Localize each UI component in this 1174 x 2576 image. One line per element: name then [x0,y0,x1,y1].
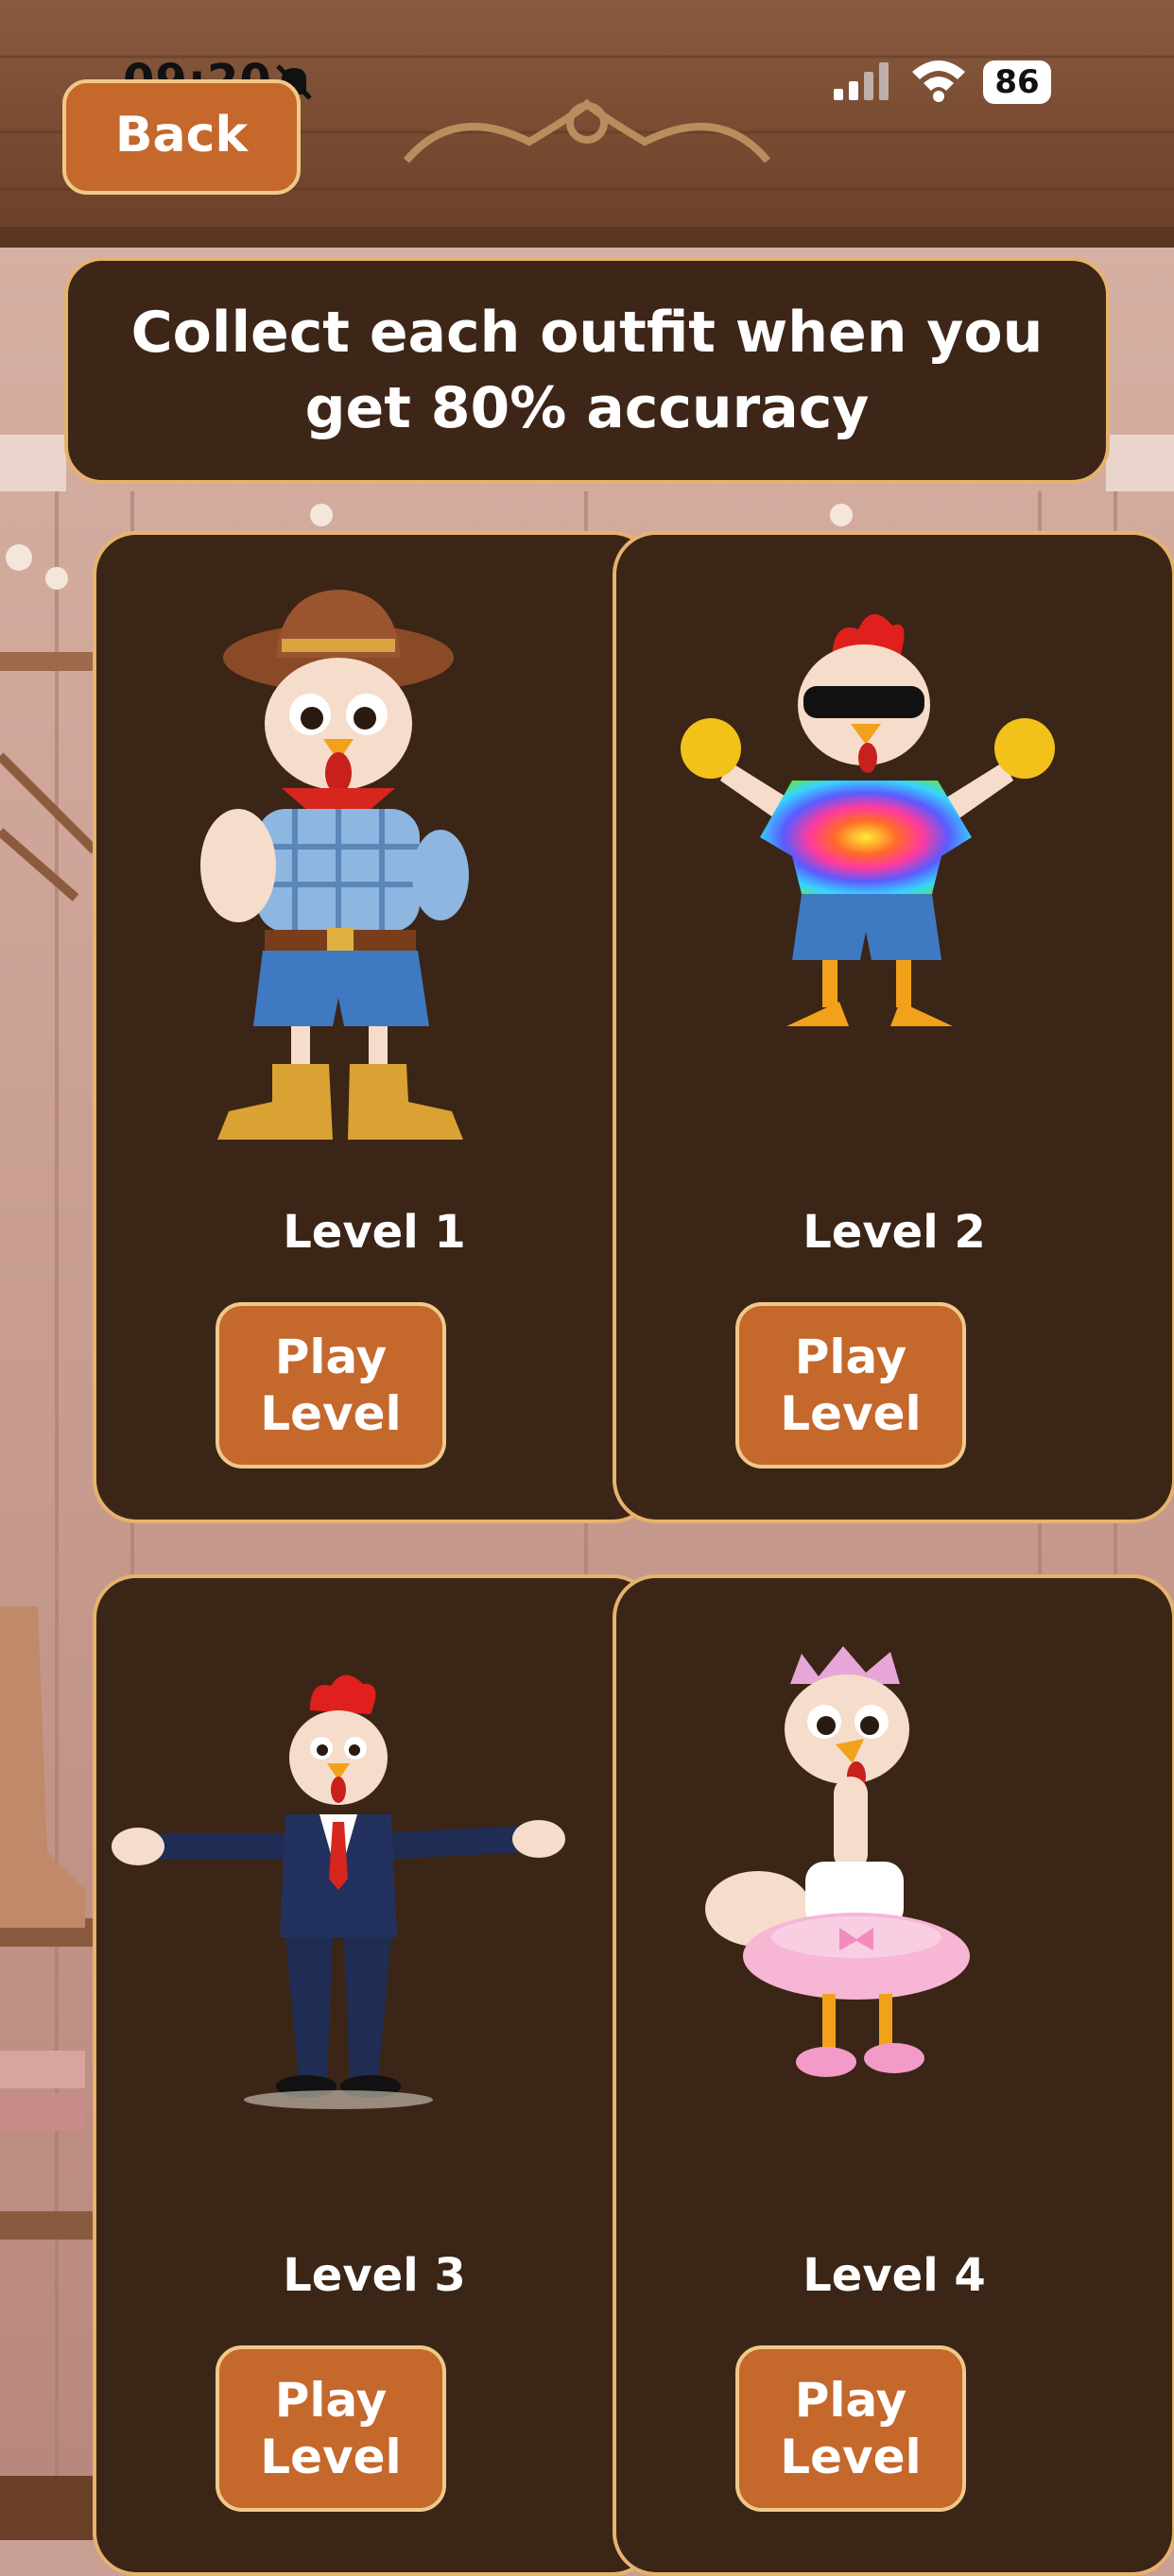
wifi-icon [912,60,965,102]
back-button-label: Back [114,107,249,163]
level-label: Level 4 [803,2249,986,2302]
tutu-chicken-image [705,1646,970,2077]
back-button[interactable]: Back [62,79,301,195]
cellular-signal-icon [834,62,889,100]
battery-indicator: 86 [983,60,1051,104]
tie-dye-chicken-image [681,613,1055,1026]
level-card-2: Level 2 Play Level [613,531,1174,1523]
play-level-1-button[interactable]: Play Level [216,1302,446,1468]
suit-chicken-image [112,1674,565,2109]
play-level-2-button[interactable]: Play Level [735,1302,966,1468]
level-card-3: Level 3 Play Level [93,1574,656,2576]
level-label: Level 3 [283,2249,466,2302]
level-label: Level 2 [803,1206,986,1259]
play-level-3-button[interactable]: Play Level [216,2345,446,2512]
cowboy-chicken-image [200,590,469,1140]
level-card-1: Level 1 Play Level [93,531,656,1523]
play-level-4-button[interactable]: Play Level [735,2345,966,2512]
level-card-4: Level 4 Play Level [613,1574,1174,2576]
level-label: Level 1 [283,1206,466,1259]
instruction-banner: Collect each outfit when you get 80% acc… [64,257,1110,484]
